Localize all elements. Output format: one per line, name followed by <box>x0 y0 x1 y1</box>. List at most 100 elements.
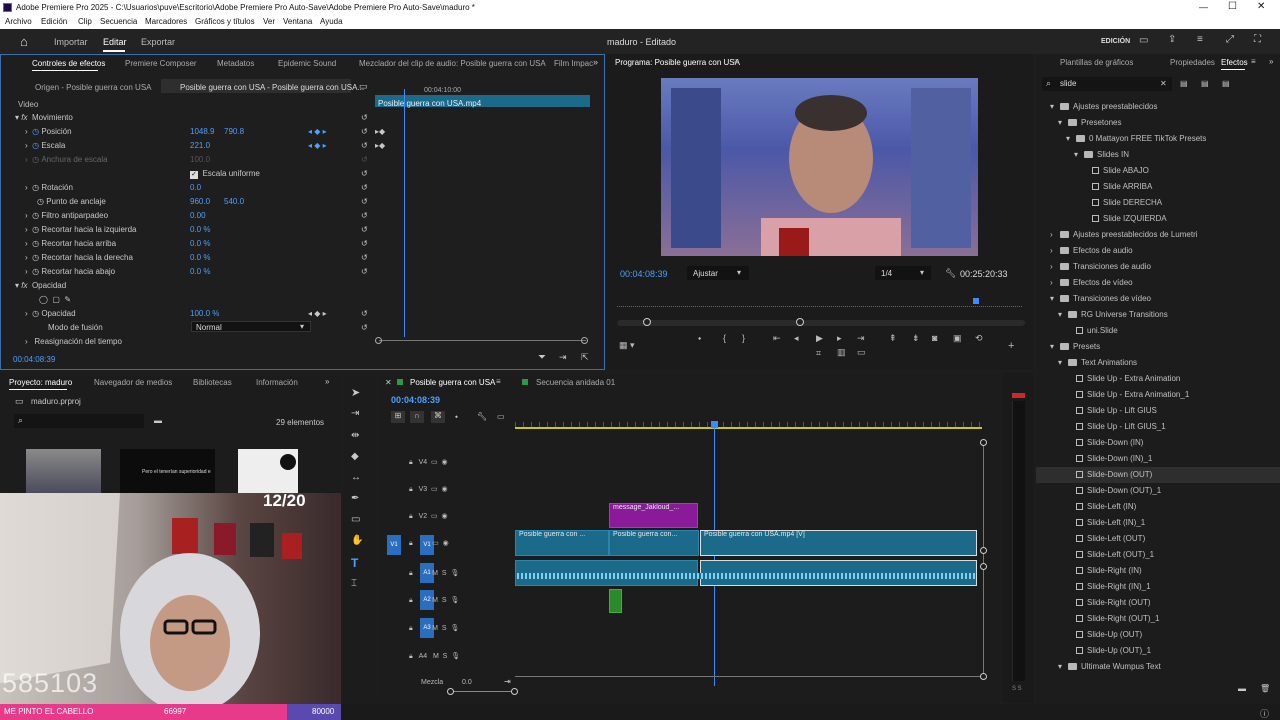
tab-metadatos[interactable]: Metadatos <box>217 59 254 68</box>
chevron-down-icon[interactable]: ▾ <box>1074 147 1084 163</box>
add-button-icon[interactable]: + <box>1008 340 1014 352</box>
keyframe-nav-posicion[interactable]: ◂ ◆ ▸ <box>308 127 327 136</box>
ec-zoom-scrollbar[interactable] <box>379 340 586 341</box>
row-remap[interactable]: › Reasignación del tiempo <box>25 337 122 346</box>
step-back-icon[interactable]: ◂ <box>794 333 799 344</box>
ec-playhead[interactable] <box>404 89 405 337</box>
keyframe-nav-opacidad[interactable]: ◂ ◆ ▸ <box>308 309 327 318</box>
type-tool-icon[interactable]: T <box>351 556 358 570</box>
tab-premiere-composer[interactable]: Premiere Composer <box>125 59 197 68</box>
ec-timecode[interactable]: 00:04:08:39 <box>13 355 55 364</box>
effects-folder[interactable]: › Transiciones de audio <box>1036 259 1280 275</box>
effects-folder[interactable]: › Efectos de vídeo <box>1036 275 1280 291</box>
effects-preset[interactable]: Slide-Left (OUT)_1 <box>1036 547 1280 563</box>
row-movimiento[interactable]: ▾ fx Movimiento <box>15 113 73 122</box>
tab-proyecto[interactable]: Proyecto: maduro <box>9 378 72 387</box>
effects-folder[interactable]: ▾ Presetones <box>1036 115 1280 131</box>
vscroll-handle-2[interactable] <box>980 563 987 570</box>
chevron-down-icon[interactable]: ▾ <box>1058 307 1068 323</box>
effects-preset[interactable]: Slide Up - Lift GIUS <box>1036 403 1280 419</box>
chevron-right-icon[interactable]: › <box>1050 275 1060 291</box>
ec-zoom-handle-right[interactable] <box>581 337 588 344</box>
anclaje-x[interactable]: 960.0 <box>190 197 210 206</box>
linked-selection-icon[interactable]: ⌘ <box>431 411 445 423</box>
minimize-icon[interactable]: — <box>1199 2 1208 12</box>
crop-top-value[interactable]: 0.0 % <box>190 239 210 248</box>
clip-v1-c[interactable]: Posible guerra con USA.mp4 [V] <box>700 530 977 556</box>
crop-right-value[interactable]: 0.0 % <box>190 253 210 262</box>
tab-bibliotecas[interactable]: Bibliotecas <box>193 378 232 387</box>
clip-v2-message[interactable]: message_Jakloud_... <box>609 503 698 528</box>
rotacion-value[interactable]: 0.0 <box>190 183 201 192</box>
escala-value[interactable]: 221.0 <box>190 141 210 150</box>
effects-preset[interactable]: Slide-Right (OUT)_1 <box>1036 611 1280 627</box>
marker-icon[interactable]: ⬩ <box>698 333 701 344</box>
reset-fusion-icon[interactable]: ↺ <box>361 323 368 332</box>
effects-folder[interactable]: ▾ RG Universe Transitions <box>1036 307 1280 323</box>
reset-crop-left-icon[interactable]: ↺ <box>361 225 368 234</box>
posicion-y[interactable]: 790.8 <box>224 127 244 136</box>
slip-tool-icon[interactable]: ↔ <box>351 472 361 483</box>
chevron-right-icon[interactable]: › <box>1050 243 1060 259</box>
clip-v1-a[interactable]: Posible guerra con ... <box>515 530 609 556</box>
tab-plantillas[interactable]: Plantillas de gráficos <box>1060 58 1133 67</box>
tl-zoom-right[interactable] <box>511 688 518 695</box>
queue-icon[interactable]: ≡ <box>1197 34 1203 45</box>
menu-secuencia[interactable]: Secuencia <box>100 17 137 26</box>
step-forward-icon[interactable]: ▸ <box>837 333 842 344</box>
source-dropdown[interactable]: Origen - Posible guerra con USA <box>35 83 152 92</box>
fullscreen-icon[interactable]: ⛶ <box>1254 34 1261 45</box>
effects-preset[interactable]: Slide-Down (OUT)_1 <box>1036 483 1280 499</box>
reset-anclaje-icon[interactable]: ↺ <box>361 197 368 206</box>
bin-icon[interactable]: ▬ <box>154 416 162 425</box>
menu-icon[interactable]: ≡ <box>734 57 739 66</box>
reset-uniforme-icon[interactable]: ↺ <box>361 169 368 178</box>
program-timecode[interactable]: 00:04:08:39 <box>620 269 668 279</box>
home-icon[interactable]: ⌂ <box>20 34 28 49</box>
hand-tool-icon[interactable]: ✋ <box>351 535 363 546</box>
reset-crop-right-icon[interactable]: ↺ <box>361 253 368 262</box>
more-tabs-icon[interactable]: » <box>593 57 598 67</box>
opacidad-value[interactable]: 100.0 % <box>190 309 219 318</box>
crop-left-value[interactable]: 0.0 % <box>190 225 210 234</box>
menu-clip[interactable]: Clip <box>78 17 92 26</box>
timeline-hscroll[interactable] <box>515 676 981 677</box>
reset-movimiento-icon[interactable]: ↺ <box>361 113 368 122</box>
chevron-down-icon[interactable]: ▾ <box>1058 659 1068 675</box>
close-icon[interactable]: ✕ <box>1257 1 1265 12</box>
effects-folder[interactable]: ▾ Ultimate Wumpus Text <box>1036 659 1280 675</box>
multicam-icon[interactable]: ▭ <box>857 347 866 358</box>
timeline-vscroll[interactable] <box>983 443 984 679</box>
out-point-icon[interactable]: } <box>742 333 745 343</box>
effects-preset[interactable]: Slide-Right (IN)_1 <box>1036 579 1280 595</box>
close-sequence-icon[interactable]: ✕ <box>385 378 392 387</box>
row-opacidad-section[interactable]: ▾ fx Opacidad <box>15 281 66 290</box>
delete-icon[interactable]: 🗑︎ <box>1260 684 1270 693</box>
reset-crop-bottom-icon[interactable]: ↺ <box>361 267 368 276</box>
timeline-playhead-head[interactable] <box>711 421 718 428</box>
program-playhead[interactable] <box>973 298 979 304</box>
effects-preset[interactable]: Slide-Down (IN)_1 <box>1036 451 1280 467</box>
tab-editar[interactable]: Editar <box>103 37 127 47</box>
program-ruler[interactable] <box>617 302 1022 307</box>
play-icon[interactable]: ▶ <box>816 333 823 344</box>
effects-folder[interactable]: ▾ Slides IN <box>1036 147 1280 163</box>
effects-preset[interactable]: Slide DERECHA <box>1036 195 1280 211</box>
zoom-handle-right[interactable] <box>796 318 804 326</box>
effects-preset[interactable]: Slide-Up (OUT) <box>1036 627 1280 643</box>
reset-rotacion-icon[interactable]: ↺ <box>361 183 368 192</box>
seq-menu-icon[interactable]: ≡ <box>496 377 501 386</box>
project-search[interactable] <box>14 414 144 428</box>
in-point-icon[interactable]: { <box>723 333 726 343</box>
reset-opacidad-icon[interactable]: ↺ <box>361 309 368 318</box>
tab-sequence-nested[interactable]: Secuencia anidada 01 <box>536 378 615 387</box>
effects-search-input[interactable] <box>1060 78 1150 89</box>
vscroll-top-handle[interactable] <box>980 439 987 446</box>
maximize-icon[interactable]: ☐ <box>1228 1 1237 12</box>
keyframe-nav-escala[interactable]: ◂ ◆ ▸ <box>308 141 327 150</box>
timeline-settings-icon[interactable]: 🔧︎ <box>477 412 487 421</box>
panel-layout-icon[interactable]: ▭ <box>1139 35 1148 46</box>
tl-zoom-left[interactable] <box>447 688 454 695</box>
program-zoom-bar[interactable] <box>617 320 1025 326</box>
effects-folder[interactable]: › Ajustes preestablecidos de Lumetri <box>1036 227 1280 243</box>
